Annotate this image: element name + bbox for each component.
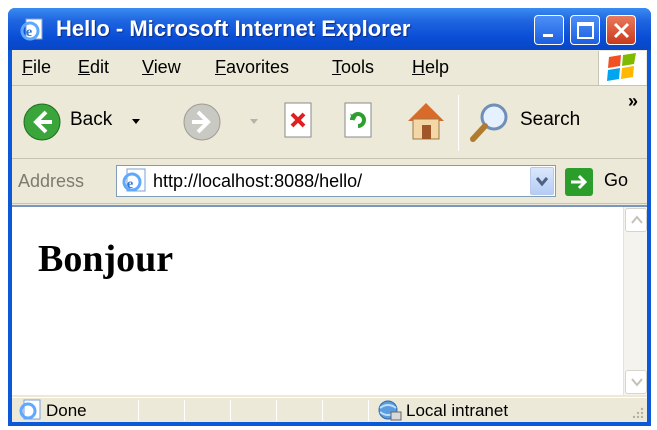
toolbar-separator — [458, 95, 459, 151]
address-url: http://localhost:8088/hello/ — [153, 171, 363, 191]
windows-logo-icon — [598, 51, 646, 85]
scroll-up-button[interactable] — [625, 208, 647, 232]
page-done-icon — [19, 399, 41, 420]
status-pane-divider — [138, 400, 139, 421]
stop-icon — [284, 102, 312, 138]
standard-toolbar: Back Search » — [12, 87, 647, 159]
back-label: Back — [70, 109, 113, 130]
menu-favorites[interactable]: Favorites — [215, 57, 289, 78]
search-magnifier-icon — [470, 103, 508, 142]
home-button[interactable] — [400, 97, 452, 147]
menu-bar: File Edit View Favorites Tools Help — [12, 50, 647, 86]
address-label: Address — [18, 171, 85, 191]
browser-frame: File Edit View Favorites Tools Help Back… — [12, 50, 647, 422]
address-bar: Address e http://localhost:8088/hello/ G… — [12, 160, 647, 204]
status-bar: Done Local intranet — [12, 397, 647, 422]
close-icon — [613, 22, 630, 39]
resize-grip-icon[interactable] — [631, 406, 645, 420]
address-dropdown-button[interactable] — [530, 167, 554, 195]
go-arrow-icon — [565, 168, 593, 196]
forward-button[interactable] — [172, 97, 262, 147]
stop-button[interactable] — [280, 101, 320, 145]
status-pane-divider — [184, 400, 185, 421]
refresh-icon — [344, 102, 372, 138]
forward-arrow-icon — [183, 103, 221, 141]
window-title: Hello - Microsoft Internet Explorer — [56, 16, 411, 41]
page-content: Bonjour — [12, 205, 647, 395]
minimize-button[interactable] — [534, 15, 564, 45]
back-button[interactable]: Back — [16, 97, 162, 147]
status-pane-divider — [322, 400, 323, 421]
menu-file[interactable]: File — [22, 57, 51, 78]
svg-text:e: e — [127, 177, 133, 192]
page-icon: e — [122, 168, 146, 192]
home-icon — [408, 103, 444, 140]
back-arrow-icon — [23, 103, 61, 141]
status-pane-divider — [368, 400, 369, 421]
go-label: Go — [604, 170, 629, 190]
maximize-button[interactable] — [570, 15, 600, 45]
back-dropdown-icon[interactable] — [130, 117, 142, 127]
security-zone: Local intranet — [406, 401, 509, 420]
chevron-down-icon — [631, 378, 643, 387]
menu-help[interactable]: Help — [412, 57, 449, 78]
menu-edit[interactable]: Edit — [78, 57, 109, 78]
menu-view[interactable]: View — [142, 57, 181, 78]
browser-window: e Hello - Microsoft Internet Explorer Fi… — [8, 8, 651, 426]
vertical-scrollbar[interactable] — [623, 207, 647, 395]
go-button[interactable]: Go — [564, 167, 644, 197]
search-button[interactable]: Search — [468, 97, 594, 147]
address-input[interactable]: e http://localhost:8088/hello/ — [116, 165, 556, 197]
refresh-button[interactable] — [340, 101, 380, 145]
scroll-down-button[interactable] — [625, 370, 647, 394]
close-button[interactable] — [606, 15, 636, 45]
minimize-icon — [543, 34, 553, 37]
status-pane-divider — [276, 400, 277, 421]
page-heading: Bonjour — [38, 238, 174, 280]
svg-text:e: e — [26, 25, 32, 40]
title-bar[interactable]: e Hello - Microsoft Internet Explorer — [8, 8, 651, 50]
toolbar-overflow-chevron[interactable]: » — [628, 91, 638, 112]
forward-dropdown-icon[interactable] — [248, 117, 260, 127]
chevron-down-icon — [535, 177, 549, 187]
local-intranet-globe-icon — [378, 400, 402, 421]
menu-tools[interactable]: Tools — [332, 57, 374, 78]
chevron-up-icon — [631, 215, 643, 224]
maximize-icon — [577, 22, 594, 39]
ie-page-icon: e — [20, 17, 46, 41]
search-label: Search — [520, 109, 581, 130]
status-pane-divider — [230, 400, 231, 421]
status-text: Done — [46, 401, 87, 420]
